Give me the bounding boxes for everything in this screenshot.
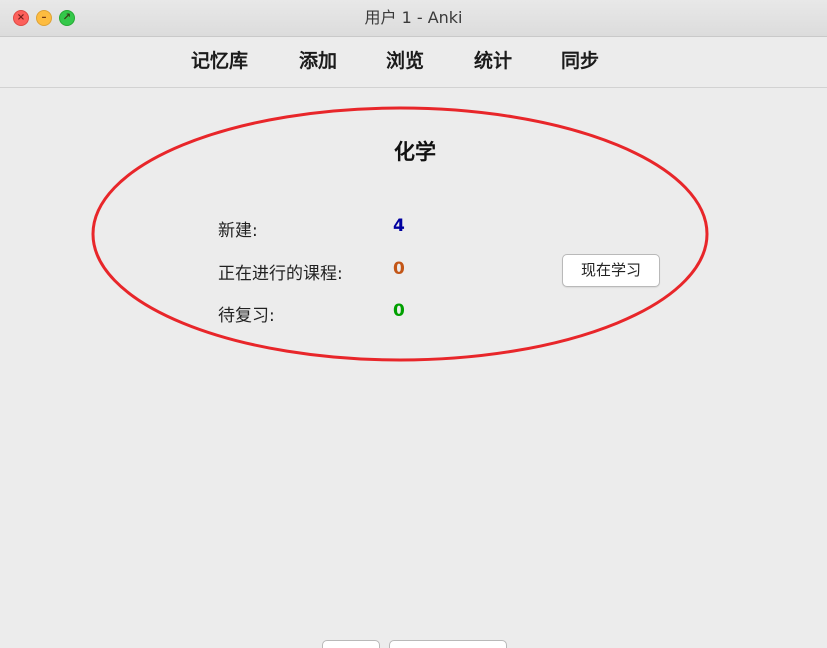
toolbar: 记忆库 添加 浏览 统计 同步: [0, 37, 827, 88]
title-bar: × – ↗ 用户 1 - Anki: [0, 0, 827, 37]
review-label: 待复习:: [218, 306, 275, 326]
bottom-button-left[interactable]: [322, 640, 380, 648]
deck-title: 化学: [394, 140, 436, 164]
review-count: 0: [393, 301, 405, 321]
new-count: 4: [393, 216, 405, 236]
bottom-button-right[interactable]: [389, 640, 507, 648]
learning-count: 0: [393, 259, 405, 279]
window-title: 用户 1 - Anki: [364, 8, 463, 27]
study-now-button[interactable]: 现在学习: [562, 254, 660, 287]
anki-window: × – ↗ 用户 1 - Anki 记忆库 添加 浏览 统计 同步 化学 新建:…: [0, 0, 827, 648]
learning-label: 正在进行的课程:: [218, 264, 343, 284]
new-label: 新建:: [218, 221, 258, 241]
toolbar-decks[interactable]: 记忆库: [191, 47, 248, 75]
toolbar-sync[interactable]: 同步: [561, 47, 599, 75]
toolbar-add[interactable]: 添加: [299, 47, 337, 75]
toolbar-browse[interactable]: 浏览: [386, 47, 424, 75]
toolbar-stats[interactable]: 统计: [474, 47, 512, 75]
